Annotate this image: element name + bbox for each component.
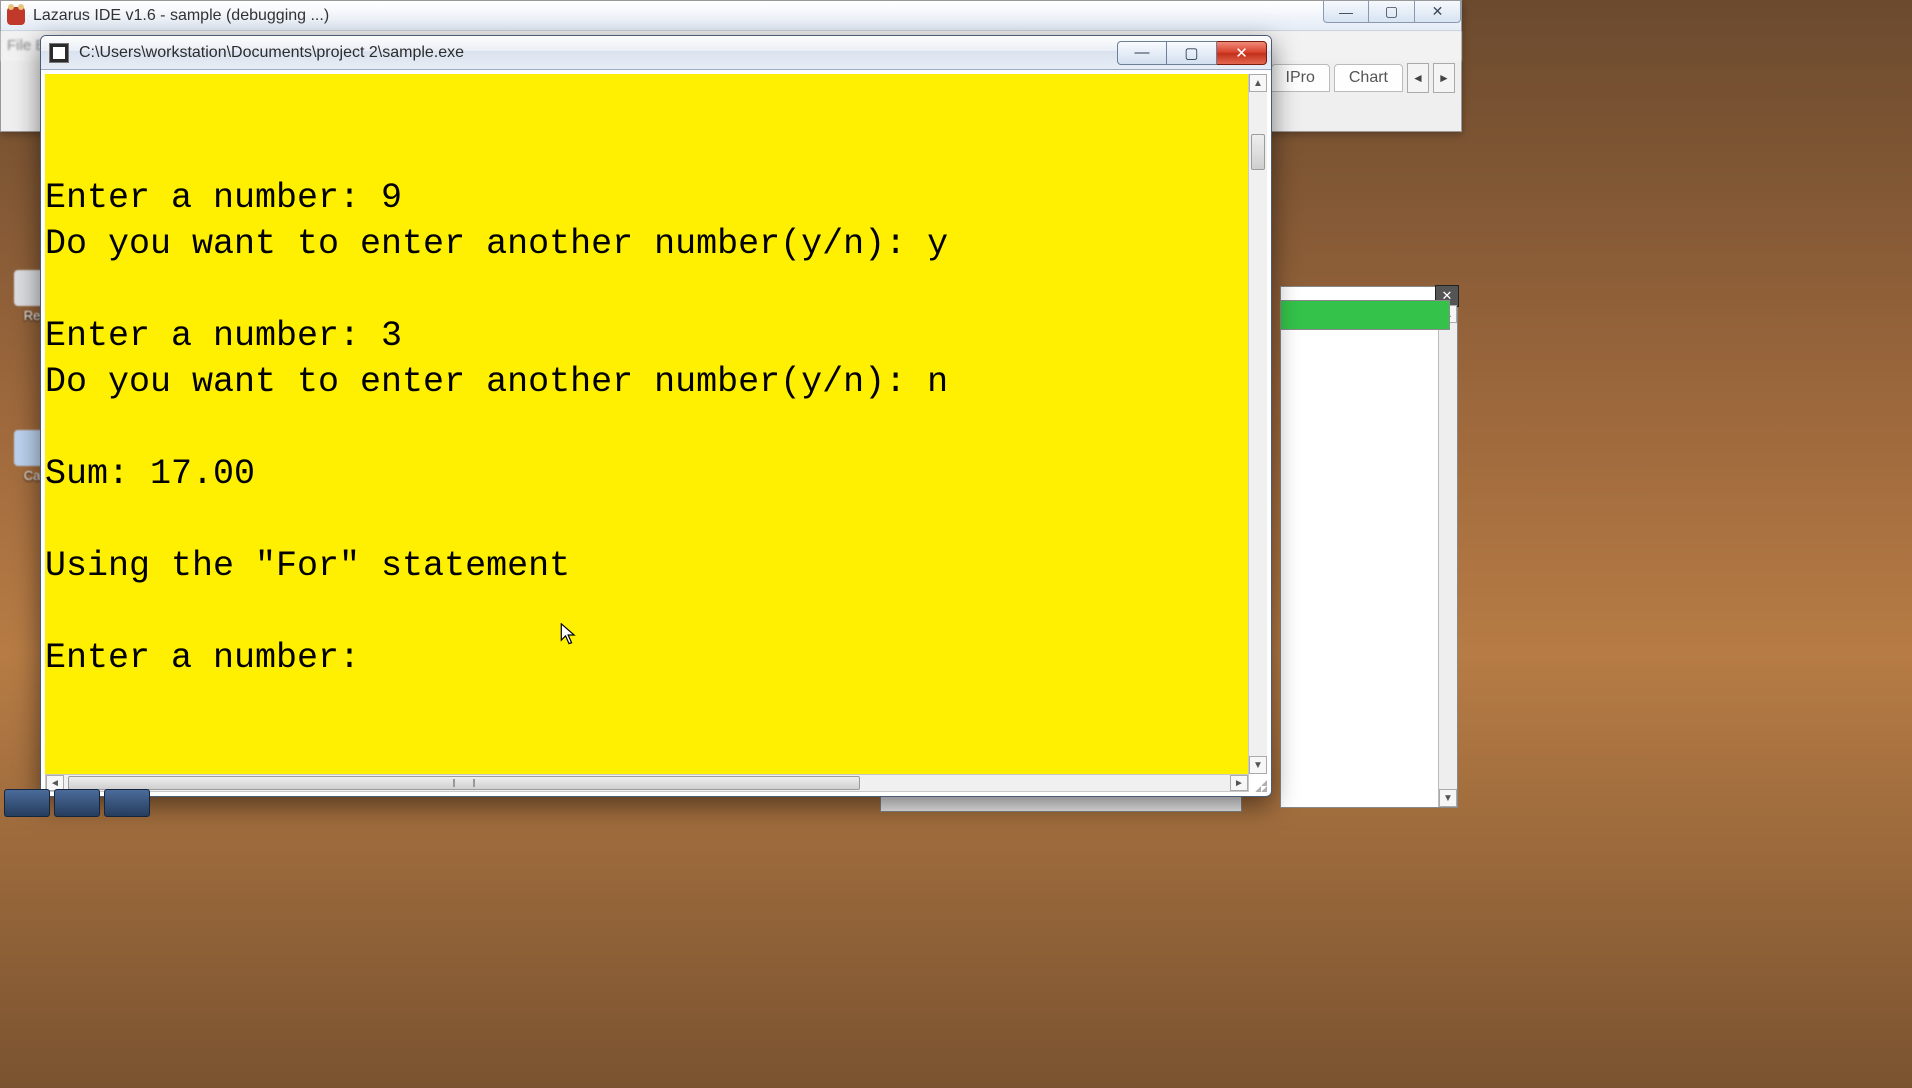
desktop-icon-label: Ca: [24, 468, 41, 483]
console-vertical-scrollbar[interactable]: ▲ ▼: [1248, 74, 1267, 774]
editor-current-line-highlight: [1280, 300, 1450, 330]
ide-minimize-button[interactable]: —: [1323, 1, 1369, 23]
scroll-right-icon[interactable]: ►: [1230, 775, 1248, 791]
console-body: Enter a number: 9 Do you want to enter a…: [45, 74, 1267, 774]
console-app-icon: [49, 43, 69, 63]
scroll-up-icon[interactable]: ▲: [1249, 74, 1267, 92]
scroll-down-icon[interactable]: ▼: [1249, 756, 1267, 774]
ide-maximize-button[interactable]: ▢: [1369, 1, 1415, 23]
editor-vertical-scrollbar[interactable]: ▲ ▼: [1438, 305, 1457, 807]
console-output[interactable]: Enter a number: 9 Do you want to enter a…: [45, 109, 1249, 739]
console-horizontal-scrollbar[interactable]: ◄ ►: [45, 774, 1249, 792]
console-title: C:\Users\workstation\Documents\project 2…: [79, 44, 1117, 62]
console-titlebar[interactable]: C:\Users\workstation\Documents\project 2…: [41, 36, 1271, 70]
scroll-down-icon[interactable]: ▼: [1439, 789, 1457, 807]
tab-scroll-left-icon[interactable]: ◄: [1407, 63, 1429, 93]
taskbar-button[interactable]: [104, 789, 150, 817]
ide-window-controls: — ▢ ✕: [1323, 1, 1461, 23]
desktop-icon-label: Re: [24, 308, 41, 323]
resize-grip-icon[interactable]: [1249, 774, 1267, 792]
console-window-controls: — ▢ ✕: [1117, 41, 1267, 65]
console-window: C:\Users\workstation\Documents\project 2…: [40, 35, 1272, 797]
console-close-button[interactable]: ✕: [1217, 41, 1267, 65]
console-maximize-button[interactable]: ▢: [1167, 41, 1217, 65]
taskbar-button[interactable]: [54, 789, 100, 817]
ide-component-tabs: IPro Chart ◄ ►: [1271, 63, 1455, 93]
scroll-thumb[interactable]: [1251, 134, 1265, 170]
tab-scroll-right-icon[interactable]: ►: [1433, 63, 1455, 93]
taskbar: [0, 789, 204, 817]
lazarus-icon: [7, 7, 25, 25]
scroll-thumb[interactable]: [68, 776, 860, 790]
ide-titlebar[interactable]: Lazarus IDE v1.6 - sample (debugging ...…: [1, 1, 1461, 31]
ide-title: Lazarus IDE v1.6 - sample (debugging ...…: [33, 7, 329, 25]
taskbar-button[interactable]: [4, 789, 50, 817]
console-minimize-button[interactable]: —: [1117, 41, 1167, 65]
tab-chart[interactable]: Chart: [1334, 64, 1403, 92]
ide-close-button[interactable]: ✕: [1415, 1, 1461, 23]
tab-ipro[interactable]: IPro: [1271, 64, 1330, 92]
editor-pane: ✕ ▲ ▼: [1280, 286, 1458, 808]
